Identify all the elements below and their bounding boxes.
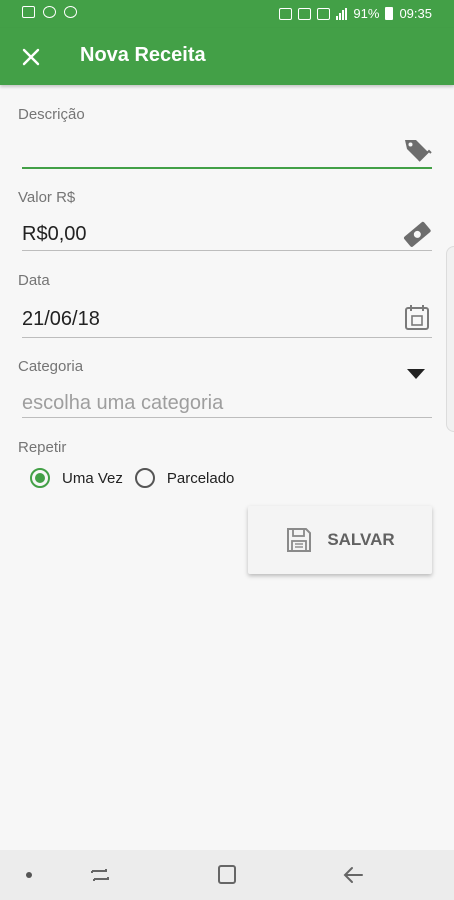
mute-icon <box>298 7 312 20</box>
battery-icon <box>385 7 394 20</box>
dropdown-arrow-icon[interactable] <box>407 369 425 379</box>
status-bar: 91% 09:35 <box>0 0 454 28</box>
battery-percent: 91% <box>353 6 380 21</box>
repetir-label: Repetir <box>18 439 67 456</box>
parcelado-radio[interactable] <box>134 468 155 488</box>
sync-notification-icon <box>64 6 77 18</box>
back-icon[interactable] <box>340 862 368 888</box>
save-button-label: SALVAR <box>327 530 395 549</box>
save-icon <box>287 528 312 552</box>
categoria-select[interactable]: escolha uma categoria <box>22 392 223 415</box>
status-notifications <box>22 6 77 18</box>
edge-panel-handle[interactable] <box>446 246 454 432</box>
close-icon <box>22 48 40 66</box>
valor-underline <box>22 250 432 251</box>
save-button[interactable]: SALVAR <box>248 506 432 574</box>
data-label: Data <box>18 272 50 289</box>
nav-dot-icon[interactable] <box>26 872 32 878</box>
tag-icon <box>405 140 432 162</box>
valor-label: Valor R$ <box>18 189 76 206</box>
parcelado-label[interactable]: Parcelado <box>167 470 235 487</box>
data-underline <box>22 337 432 338</box>
uma-vez-radio[interactable] <box>30 468 50 488</box>
repetir-radio-group: Uma Vez Parcelado <box>30 468 246 488</box>
home-icon[interactable] <box>213 862 241 888</box>
categoria-underline <box>22 417 432 418</box>
music-notification-icon <box>43 6 56 18</box>
descricao-underline <box>22 167 432 169</box>
recent-apps-icon[interactable] <box>86 862 114 888</box>
uma-vez-label[interactable]: Uma Vez <box>62 470 123 487</box>
status-system: 91% 09:35 <box>279 6 432 21</box>
clock: 09:35 <box>399 6 432 21</box>
data-input[interactable]: 21/06/18 <box>22 308 100 331</box>
app-bar: Nova Receita <box>0 28 454 85</box>
descricao-label: Descrição <box>18 106 85 123</box>
navigation-bar <box>0 850 454 900</box>
categoria-label: Categoria <box>18 358 84 375</box>
money-icon <box>404 221 431 247</box>
alarm-icon <box>279 7 293 20</box>
calendar-icon[interactable] <box>402 303 432 331</box>
page-title: Nova Receita <box>80 44 206 66</box>
image-notification-icon <box>22 6 35 18</box>
signal-icon <box>336 7 348 20</box>
close-button[interactable] <box>10 36 52 78</box>
valor-input[interactable]: R$0,00 <box>22 223 87 246</box>
wifi-icon <box>317 7 331 20</box>
